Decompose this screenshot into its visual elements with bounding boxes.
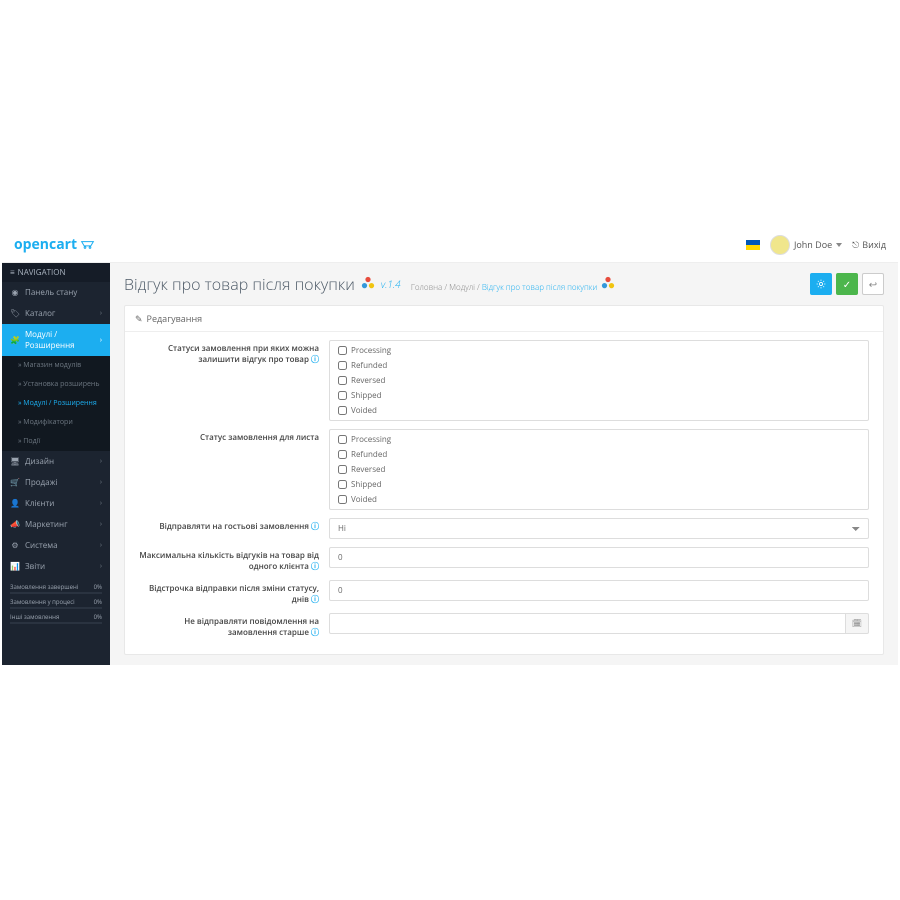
- label-older-than: Не відправляти повідомлення на замовленн…: [184, 616, 319, 638]
- menu-icon: ≡: [10, 267, 15, 278]
- info-icon[interactable]: ⓘ: [311, 521, 319, 532]
- label-max-reviews: Максимальна кількість відгуків на товар …: [139, 550, 319, 572]
- status-option[interactable]: Voided: [330, 403, 868, 418]
- header-right: John Doe ⎋ Вихід: [746, 235, 886, 255]
- version: v.1.4: [381, 277, 401, 291]
- guest-select[interactable]: Ні: [329, 518, 869, 539]
- stats-block: Замовлення завершені0%Замовлення у проце…: [2, 577, 110, 634]
- nav-header[interactable]: ≡NAVIGATION: [2, 263, 110, 282]
- panel: ✎Редагування Статуси замовлення при яких…: [124, 305, 884, 655]
- nav-7[interactable]: ⚙Система›: [2, 535, 110, 556]
- calendar-icon[interactable]: 🗓: [846, 613, 869, 634]
- module-icon: [361, 273, 375, 295]
- max-reviews-input[interactable]: [329, 547, 869, 568]
- subnav-1[interactable]: » Установка розширень: [2, 375, 110, 394]
- mail-status-list[interactable]: ProcessingRefundedReversedShippedVoided: [329, 429, 869, 510]
- status-option[interactable]: Refunded: [330, 358, 868, 373]
- status-option[interactable]: Processing: [330, 343, 868, 358]
- status-option[interactable]: Reversed: [330, 462, 868, 477]
- nav-6[interactable]: 📣Маркетинг›: [2, 514, 110, 535]
- status-option[interactable]: Shipped: [330, 388, 868, 403]
- content: Відгук про товар після покупки v.1.4 Гол…: [110, 263, 898, 665]
- info-icon[interactable]: ⓘ: [311, 594, 319, 605]
- flag-ua-icon[interactable]: [746, 240, 760, 250]
- status-option[interactable]: Processing: [330, 432, 868, 447]
- status-option[interactable]: Reversed: [330, 373, 868, 388]
- nav-4[interactable]: 🛒Продажі›: [2, 472, 110, 493]
- nav-5[interactable]: 👤Клієнти›: [2, 493, 110, 514]
- label-guest: Відправляти на гостьові замовлення: [159, 521, 309, 532]
- nav-8[interactable]: 📊Звіти›: [2, 556, 110, 577]
- page-actions: ✓ ↩: [810, 273, 884, 295]
- info-icon[interactable]: ⓘ: [311, 627, 319, 638]
- pencil-icon: ✎: [135, 312, 143, 325]
- logo[interactable]: opencart: [14, 235, 100, 254]
- user-name: John Doe: [794, 238, 832, 251]
- logout-icon: ⎋: [852, 238, 859, 251]
- back-button[interactable]: ↩: [862, 273, 884, 295]
- avatar: [770, 235, 790, 255]
- gear-icon: [816, 279, 826, 289]
- nav-1[interactable]: 🏷Каталог›: [2, 303, 110, 324]
- info-icon[interactable]: ⓘ: [311, 354, 319, 365]
- breadcrumb: Головна / Модулі / Відгук про товар післ…: [407, 276, 616, 293]
- subnav-2[interactable]: » Модулі / Розширення: [2, 394, 110, 413]
- status-option[interactable]: Voided: [330, 492, 868, 507]
- subnav-4[interactable]: » Події: [2, 432, 110, 451]
- sidebar: ≡NAVIGATION ◉Панель стану🏷Каталог›🧩Модул…: [2, 263, 110, 665]
- status-option[interactable]: Shipped: [330, 477, 868, 492]
- status-option[interactable]: Refunded: [330, 447, 868, 462]
- caret-down-icon: [836, 243, 842, 247]
- label-review-statuses: Статуси замовлення при яких можна залиши…: [168, 343, 319, 365]
- page-title: Відгук про товар після покупки: [124, 273, 355, 295]
- settings-button[interactable]: [810, 273, 832, 295]
- delay-input[interactable]: [329, 580, 869, 601]
- logout-button[interactable]: ⎋ Вихід: [852, 238, 886, 251]
- subnav-3[interactable]: » Модифікатори: [2, 413, 110, 432]
- module-icon: [601, 276, 615, 293]
- panel-header: ✎Редагування: [125, 306, 883, 332]
- page-header: Відгук про товар після покупки v.1.4 Гол…: [124, 273, 884, 295]
- subnav-0[interactable]: » Магазин модулів: [2, 356, 110, 375]
- label-mail-status: Статус замовлення для листа: [200, 432, 319, 443]
- nav-2[interactable]: 🧩Модулі / Розширення›: [2, 324, 110, 356]
- label-delay: Відстрочка відправки після зміни статусу…: [149, 583, 319, 605]
- panel-body: Статуси замовлення при яких можна залиши…: [125, 332, 883, 654]
- user-menu[interactable]: John Doe: [770, 235, 842, 255]
- app-window: opencart John Doe ⎋ Вихід ≡NAVIGATION ◉П…: [2, 227, 898, 665]
- date-input[interactable]: [329, 613, 846, 634]
- nav-0[interactable]: ◉Панель стану: [2, 282, 110, 303]
- topbar: opencart John Doe ⎋ Вихід: [2, 227, 898, 263]
- save-button[interactable]: ✓: [836, 273, 858, 295]
- info-icon[interactable]: ⓘ: [311, 561, 319, 572]
- nav-3[interactable]: 🖥Дизайн›: [2, 451, 110, 472]
- review-statuses-list[interactable]: ProcessingRefundedReversedShippedVoided: [329, 340, 869, 421]
- cart-icon: [80, 239, 100, 251]
